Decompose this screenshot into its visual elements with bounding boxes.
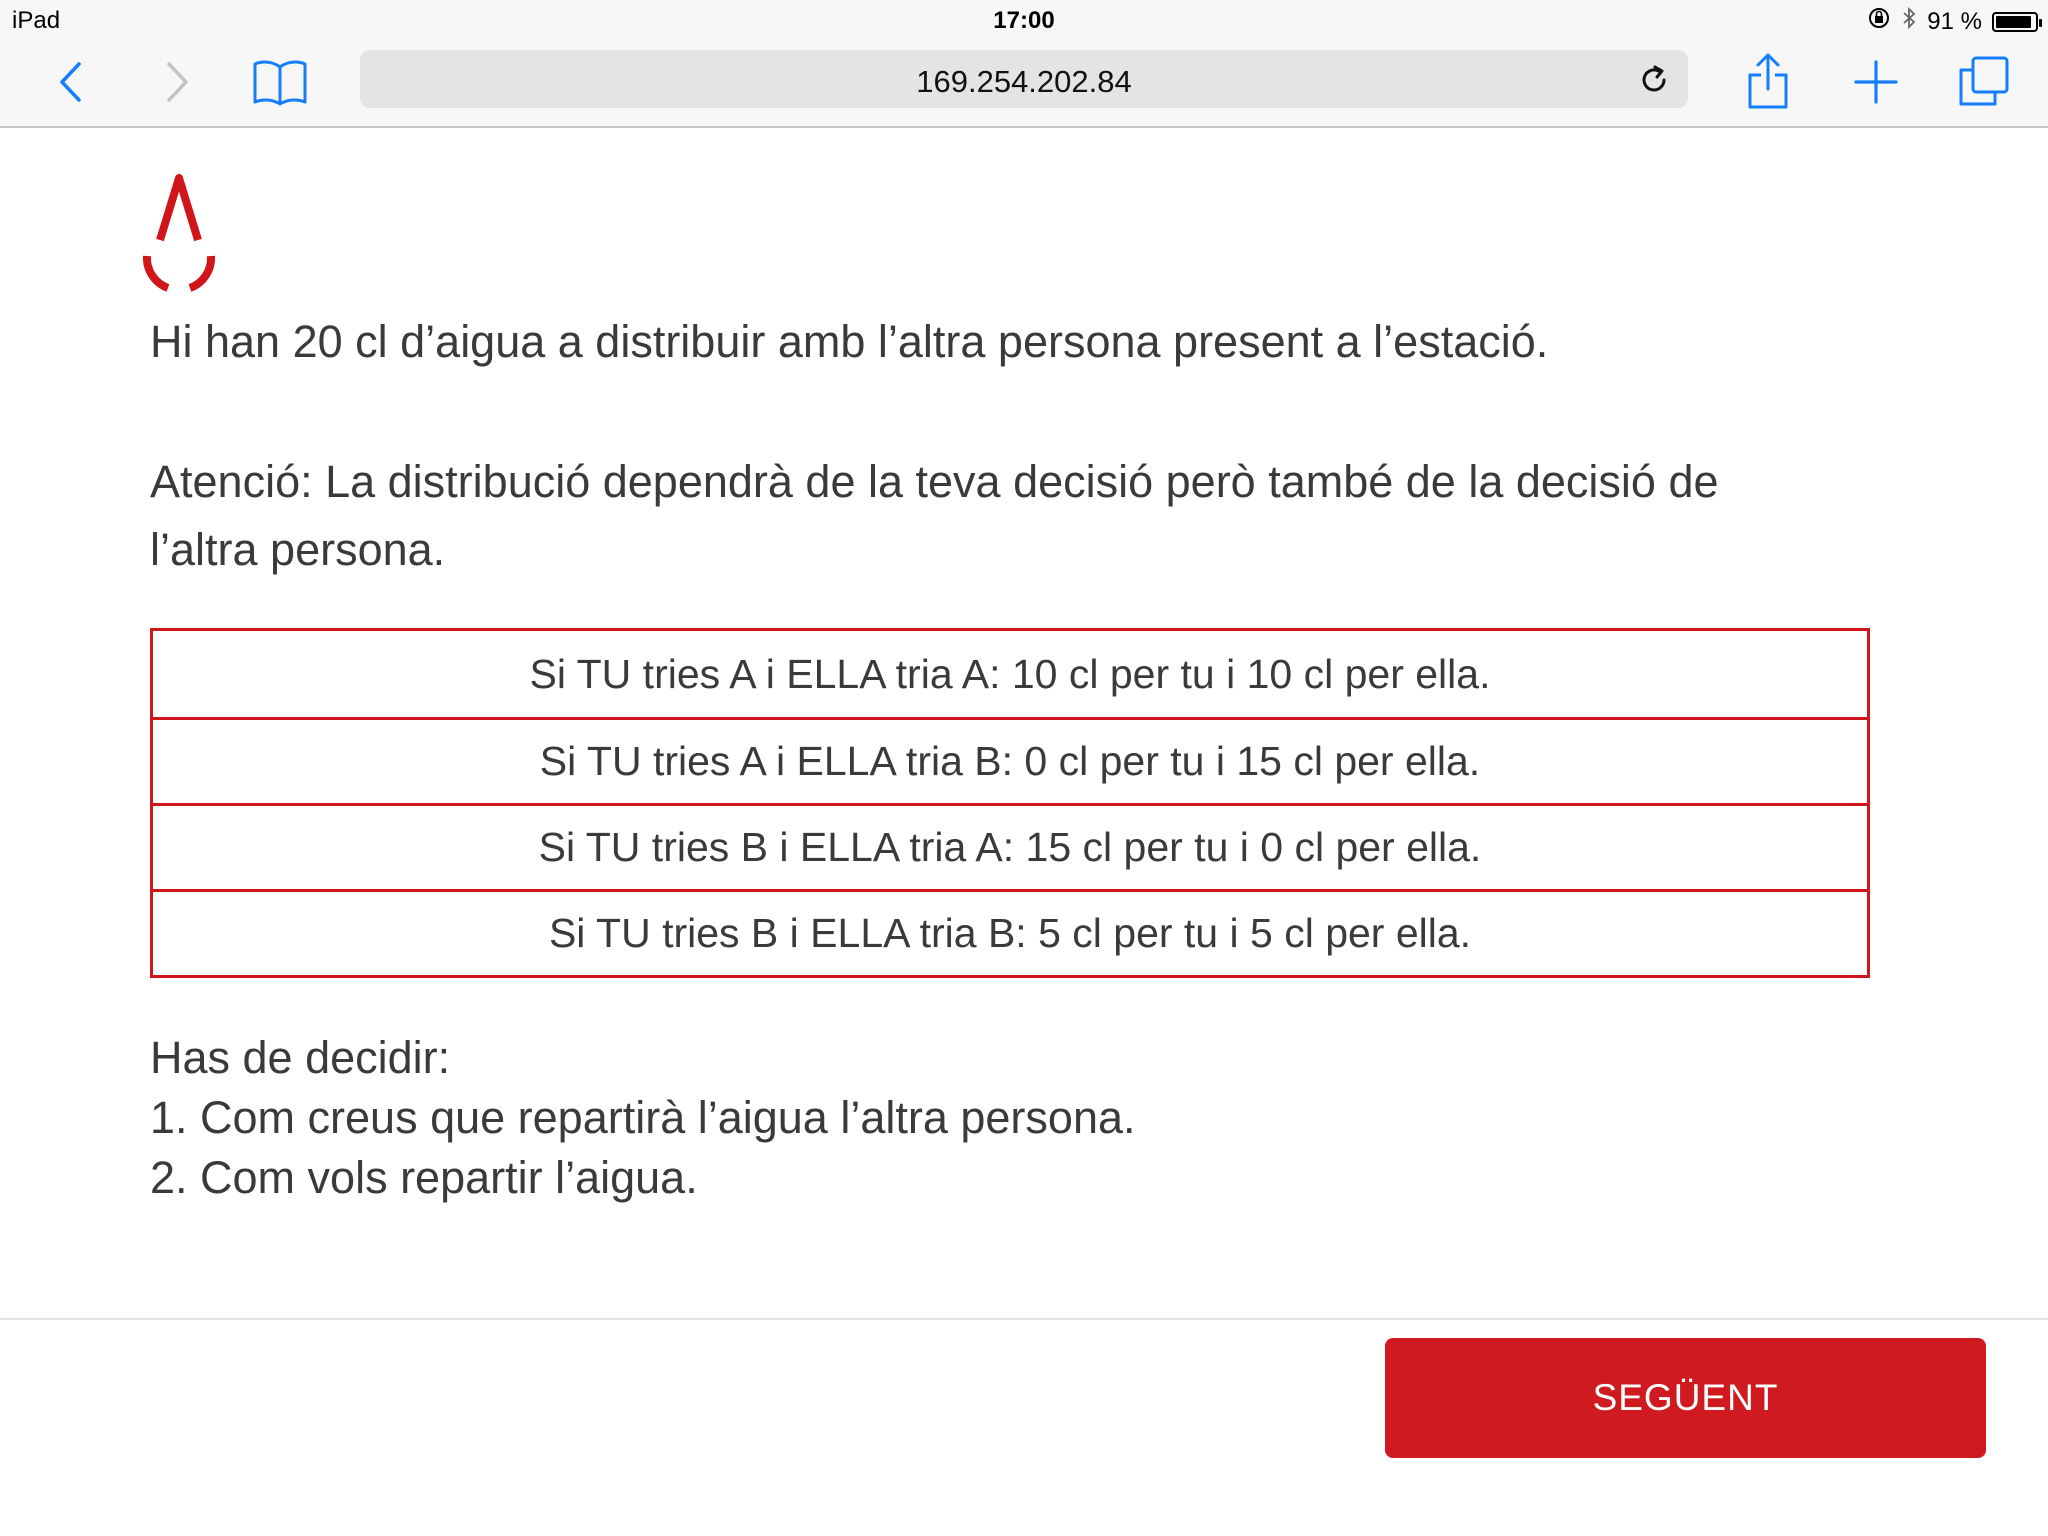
payoff-table: Si TU tries A i ELLA tria A: 10 cl per t…	[150, 628, 1870, 978]
attention-text: Atenció: La distribució dependrà de la t…	[150, 448, 1890, 584]
payoff-row: Si TU tries A i ELLA tria A: 10 cl per t…	[529, 650, 1491, 697]
address-bar[interactable]: 169.254.202.84	[360, 50, 1688, 108]
bluetooth-icon	[1901, 6, 1917, 37]
url-text: 169.254.202.84	[916, 64, 1132, 99]
payoff-row: Si TU tries A i ELLA tria B: 0 cl per tu…	[153, 717, 1867, 803]
decide-heading: Has de decidir:	[150, 1032, 451, 1083]
share-icon[interactable]	[1744, 48, 1792, 112]
water-drop-icon	[138, 168, 220, 294]
next-button[interactable]: SEGÜENT	[1385, 1338, 1986, 1458]
footer-divider	[0, 1318, 2048, 1320]
status-time: 17:00	[993, 7, 1055, 34]
decide-item: 1. Com creus que repartirà l’aigua l’alt…	[150, 1092, 1136, 1143]
payoff-row: Si TU tries B i ELLA tria A: 15 cl per t…	[153, 803, 1867, 889]
open-book-icon[interactable]	[250, 56, 310, 108]
tabs-icon[interactable]	[1956, 52, 2012, 110]
browser-toolbar: 169.254.202.84	[0, 42, 2048, 128]
battery-level	[1996, 15, 2031, 28]
decision-instructions: Has de decidir: 1. Com creus que reparti…	[150, 1028, 1136, 1208]
decide-item: 2. Com vols repartir l’aigua.	[150, 1152, 698, 1203]
payoff-row: Si TU tries B i ELLA tria B: 5 cl per tu…	[153, 889, 1867, 975]
status-bar: iPad 17:00 91 %	[0, 0, 2048, 42]
plus-icon[interactable]	[1852, 56, 1900, 108]
status-indicators: 91 %	[1867, 6, 2042, 37]
battery-percent: 91 %	[1927, 7, 1982, 35]
attention-line: Atenció: La distribució dependrà de la t…	[150, 456, 1719, 507]
rotation-lock-icon	[1867, 6, 1891, 37]
attention-line: l’altra persona.	[150, 524, 446, 575]
chevron-left-icon[interactable]	[50, 60, 90, 104]
chevron-right-icon[interactable]	[158, 60, 198, 104]
intro-text: Hi han 20 cl d’aigua a distribuir amb l’…	[150, 316, 1549, 367]
reload-icon[interactable]	[1638, 64, 1670, 96]
battery-icon	[1992, 11, 2042, 32]
